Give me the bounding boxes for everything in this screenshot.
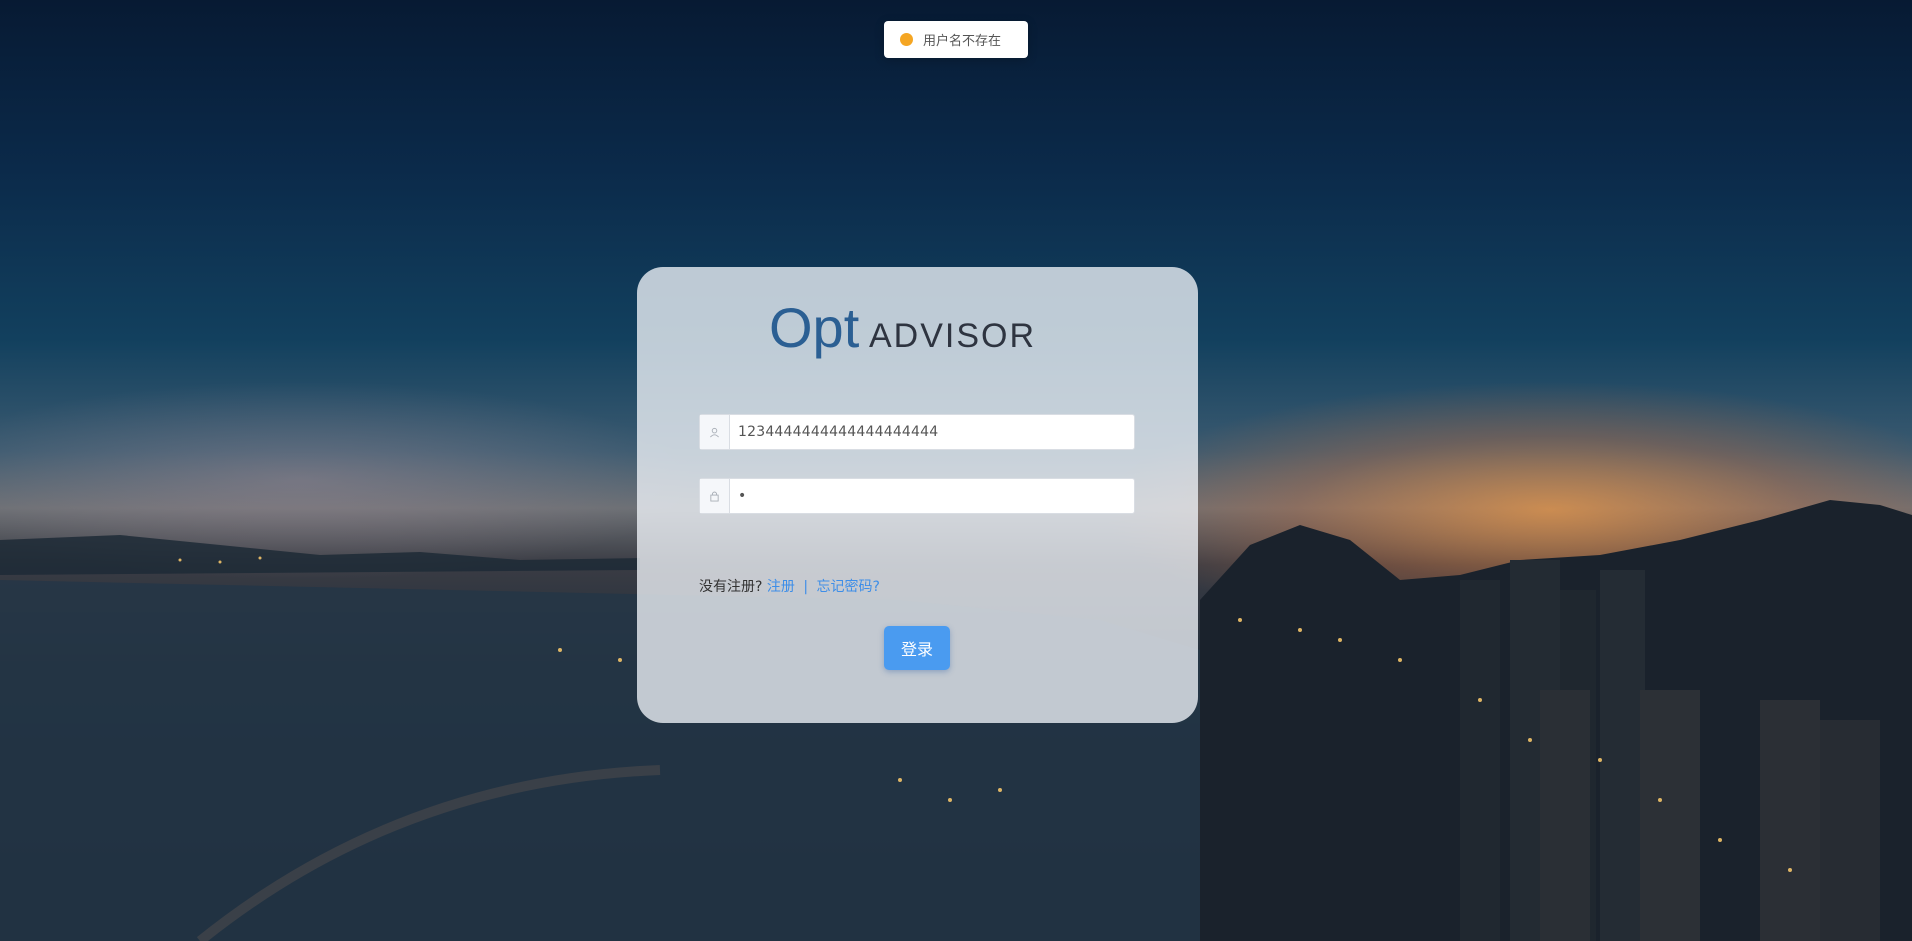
no-account-prompt: 没有注册? [699, 579, 763, 595]
logo-part1: Opt [769, 296, 860, 359]
error-toast: 用户名不存在 [884, 21, 1028, 58]
forgot-password-link[interactable]: 忘记密码? [817, 579, 880, 595]
username-input[interactable]: 1234444444444444444444 [730, 424, 938, 440]
lock-icon [700, 479, 730, 513]
login-card: Opt ADVISOR 1234444444444444444444 • 没有注… [637, 267, 1198, 723]
warning-icon [900, 33, 913, 46]
user-icon [700, 415, 730, 449]
register-link[interactable]: 注册 [767, 579, 795, 595]
username-field[interactable]: 1234444444444444444444 [699, 414, 1135, 450]
password-input[interactable]: • [730, 488, 746, 504]
optadvisor-logo: Opt ADVISOR [769, 296, 1036, 359]
auth-links: 没有注册? 注册 | 忘记密码? [699, 576, 880, 596]
password-field[interactable]: • [699, 478, 1135, 514]
login-button[interactable]: 登录 [884, 626, 950, 670]
toast-message: 用户名不存在 [923, 34, 1002, 49]
link-separator: | [803, 579, 809, 595]
logo-part2: ADVISOR [869, 317, 1036, 355]
